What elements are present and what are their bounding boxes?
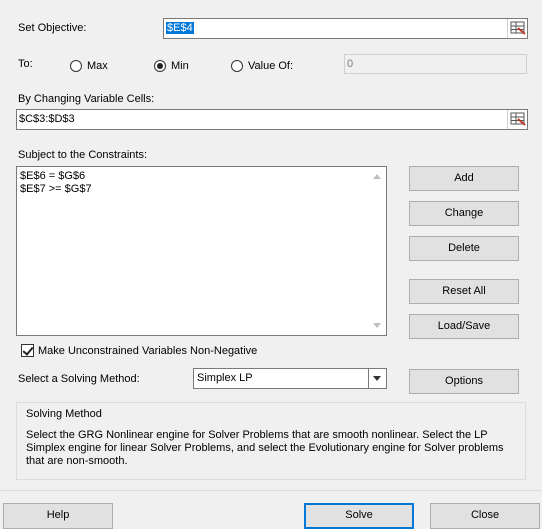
changing-cells-input[interactable]: $C$3:$D$3 — [16, 109, 528, 130]
add-button[interactable]: Add — [409, 166, 519, 191]
constraints-scrollbar[interactable] — [369, 167, 386, 335]
list-item[interactable]: $E$7 >= $G$7 — [20, 183, 92, 196]
range-selector-icon[interactable] — [507, 19, 527, 38]
changing-cells-value: $C$3:$D$3 — [19, 113, 75, 125]
scroll-up-icon[interactable] — [373, 174, 381, 179]
constraints-label: Subject to the Constraints: — [18, 149, 148, 161]
nonnegative-label: Make Unconstrained Variables Non-Negativ… — [38, 345, 258, 357]
solve-button[interactable]: Solve — [304, 503, 414, 529]
list-item[interactable]: $E$6 = $G$6 — [20, 170, 85, 183]
value-of-radio-label: Value Of: — [248, 60, 294, 72]
load-save-button[interactable]: Load/Save — [409, 314, 519, 339]
nonnegative-checkbox[interactable] — [21, 344, 34, 357]
close-button[interactable]: Close — [430, 503, 540, 529]
range-selector-icon[interactable] — [507, 110, 527, 129]
chevron-down-icon[interactable] — [368, 369, 386, 388]
solving-method-group: Solving Method Select the GRG Nonlinear … — [16, 402, 526, 480]
group-description: Select the GRG Nonlinear engine for Solv… — [26, 429, 504, 467]
changing-cells-label: By Changing Variable Cells: — [18, 93, 155, 105]
solving-method-value: Simplex LP — [197, 372, 253, 384]
scroll-down-icon[interactable] — [373, 323, 381, 328]
help-button[interactable]: Help — [3, 503, 113, 529]
set-objective-label: Set Objective: — [18, 22, 87, 34]
group-title: Solving Method — [26, 408, 102, 420]
max-radio[interactable] — [70, 60, 82, 72]
to-label: To: — [18, 58, 33, 70]
objective-value: $E$4 — [166, 22, 194, 34]
change-button[interactable]: Change — [409, 201, 519, 226]
value-of-input[interactable]: 0 — [344, 54, 527, 74]
min-radio[interactable] — [154, 60, 166, 72]
solving-method-label: Select a Solving Method: — [18, 373, 140, 385]
value-of-radio[interactable] — [231, 60, 243, 72]
max-radio-label: Max — [87, 60, 108, 72]
divider — [0, 490, 542, 491]
constraints-list[interactable]: $E$6 = $G$6 $E$7 >= $G$7 — [16, 166, 387, 336]
solving-method-select[interactable]: Simplex LP — [193, 368, 387, 389]
reset-all-button[interactable]: Reset All — [409, 279, 519, 304]
options-button[interactable]: Options — [409, 369, 519, 394]
delete-button[interactable]: Delete — [409, 236, 519, 261]
min-radio-label: Min — [171, 60, 189, 72]
objective-input[interactable]: $E$4 — [163, 18, 528, 39]
